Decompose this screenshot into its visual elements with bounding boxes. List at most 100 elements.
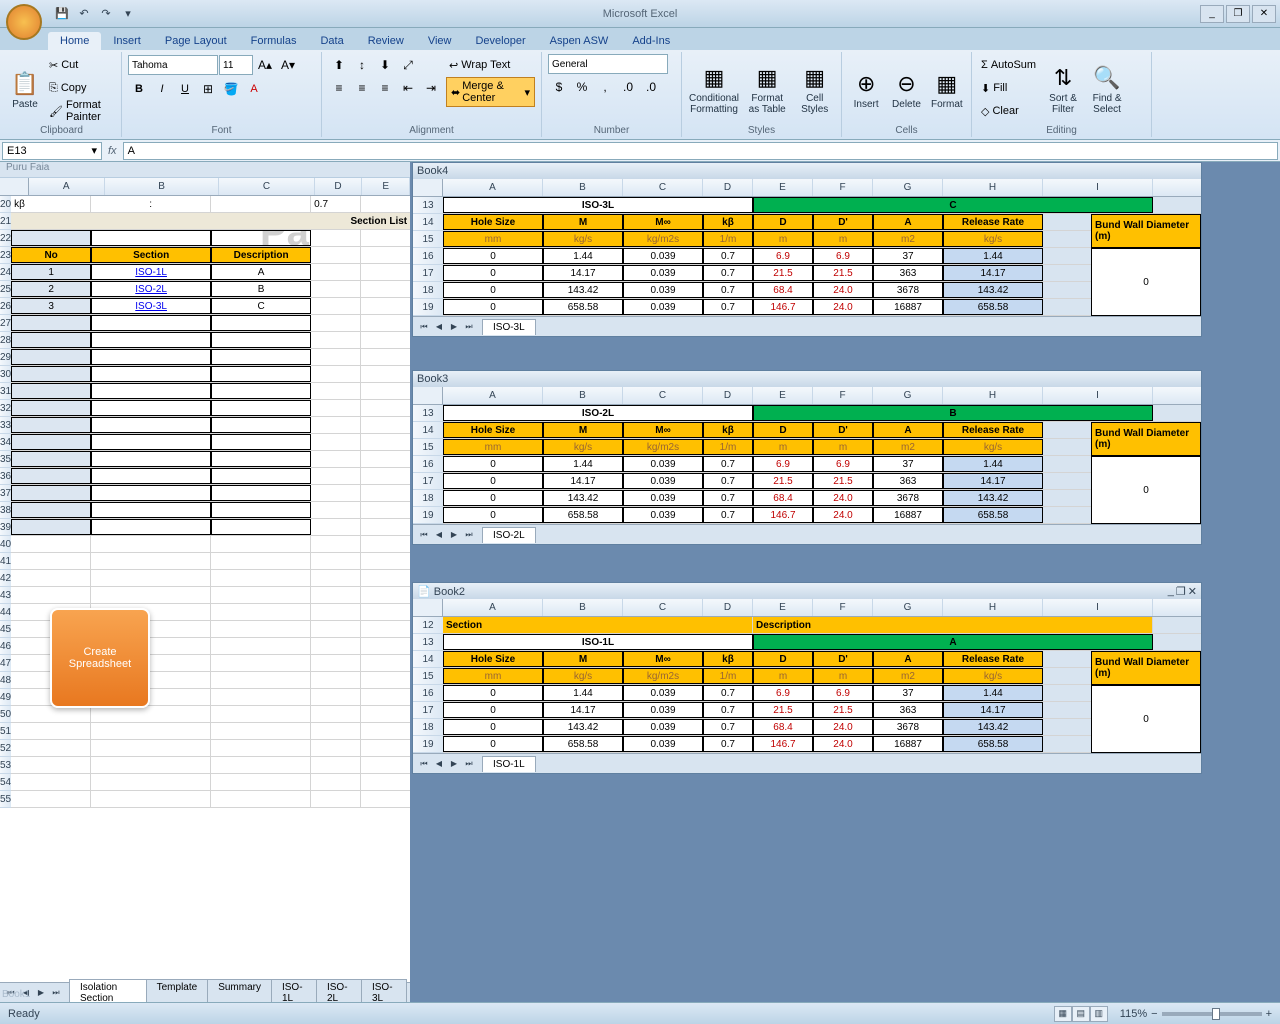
bund-wall-cell[interactable]: 0 <box>1091 456 1201 524</box>
cell[interactable]: 0 <box>443 490 543 506</box>
cell[interactable] <box>361 349 410 365</box>
col-header[interactable]: D <box>315 178 363 195</box>
cell[interactable]: kβ <box>703 422 753 438</box>
align-bottom-button[interactable]: ⬇ <box>374 54 396 76</box>
cell[interactable] <box>11 774 91 790</box>
cell[interactable]: 0.039 <box>623 719 703 735</box>
cell[interactable]: kg/s <box>943 231 1043 247</box>
tab-last-button[interactable]: ⏭ <box>49 986 63 1000</box>
cell[interactable]: Hole Size <box>443 214 543 230</box>
cell[interactable]: 0.7 <box>703 265 753 281</box>
row-header[interactable]: 38 <box>0 502 11 519</box>
cell[interactable] <box>311 791 361 807</box>
cell[interactable]: B <box>753 405 1153 421</box>
cell[interactable]: Section <box>443 617 753 633</box>
cell[interactable]: kg/s <box>543 231 623 247</box>
insert-cells-button[interactable]: ⊕Insert <box>848 54 884 124</box>
increase-decimal-button[interactable]: .0 <box>617 76 639 98</box>
cell[interactable]: 0.7 <box>703 456 753 472</box>
cell[interactable] <box>211 672 311 688</box>
cell[interactable] <box>211 706 311 722</box>
cell[interactable] <box>361 281 410 297</box>
cell[interactable] <box>311 485 361 501</box>
delete-cells-button[interactable]: ⊖Delete <box>888 54 924 124</box>
cell[interactable]: 1.44 <box>943 456 1043 472</box>
cell[interactable] <box>91 349 211 365</box>
cell[interactable]: 143.42 <box>943 282 1043 298</box>
zoom-in-button[interactable]: + <box>1266 1008 1272 1020</box>
cell[interactable]: 658.58 <box>543 507 623 523</box>
cell[interactable]: ISO-2L <box>443 405 753 421</box>
format-cells-button[interactable]: ▦Format <box>929 54 965 124</box>
tab-next-button[interactable]: ▶ <box>447 757 461 771</box>
cell[interactable]: 0.039 <box>623 685 703 701</box>
row-header[interactable]: 48 <box>0 672 11 689</box>
cell[interactable]: kg/m2s <box>623 439 703 455</box>
cell[interactable]: A <box>873 214 943 230</box>
cell[interactable]: 0.7 <box>703 490 753 506</box>
shrink-font-button[interactable]: A▾ <box>277 54 299 76</box>
merge-center-button[interactable]: ⬌Merge & Center▾ <box>446 77 535 107</box>
cell[interactable]: m2 <box>873 439 943 455</box>
cell[interactable] <box>11 485 91 501</box>
row-header[interactable]: 43 <box>0 587 11 604</box>
cell[interactable]: 14.17 <box>543 473 623 489</box>
cell[interactable]: 3678 <box>873 282 943 298</box>
cell[interactable] <box>91 553 211 569</box>
align-right-button[interactable]: ≡ <box>374 77 396 99</box>
row-header[interactable]: 14 <box>413 651 443 668</box>
cell[interactable] <box>361 400 410 416</box>
cell[interactable] <box>311 536 361 552</box>
cell[interactable] <box>211 791 311 807</box>
row-header[interactable]: 13 <box>413 634 443 651</box>
grow-font-button[interactable]: A▴ <box>254 54 276 76</box>
cell[interactable] <box>311 689 361 705</box>
cell[interactable] <box>311 366 361 382</box>
col-header[interactable]: E <box>362 178 410 195</box>
clear-button[interactable]: ◇Clear <box>978 100 1039 122</box>
col-header[interactable]: G <box>873 179 943 196</box>
cell[interactable]: 14.17 <box>943 473 1043 489</box>
cell[interactable] <box>311 519 361 535</box>
cell[interactable]: 14.17 <box>543 702 623 718</box>
col-header[interactable]: D <box>703 387 753 404</box>
row-header[interactable]: 44 <box>0 604 11 621</box>
qat-undo-icon[interactable]: ↶ <box>74 4 94 24</box>
cell[interactable]: : <box>91 196 211 212</box>
cell[interactable] <box>91 723 211 739</box>
cell[interactable]: 0 <box>443 265 543 281</box>
cell[interactable] <box>91 791 211 807</box>
row-header[interactable]: 42 <box>0 570 11 587</box>
col-header[interactable]: A <box>443 387 543 404</box>
row-header[interactable]: 30 <box>0 366 11 383</box>
cell[interactable] <box>361 740 410 756</box>
cell[interactable] <box>11 587 91 603</box>
cell[interactable] <box>361 417 410 433</box>
row-header[interactable]: 17 <box>413 702 443 719</box>
tab-first-button[interactable]: ⏮ <box>417 320 431 334</box>
cell[interactable] <box>211 451 311 467</box>
cell[interactable] <box>11 468 91 484</box>
cell[interactable]: 146.7 <box>753 299 813 315</box>
row-header[interactable]: 51 <box>0 723 11 740</box>
cell[interactable]: 363 <box>873 265 943 281</box>
indent-inc-button[interactable]: ⇥ <box>420 77 442 99</box>
orientation-button[interactable]: ⤢ <box>397 54 419 76</box>
cell[interactable] <box>361 247 410 263</box>
cell[interactable] <box>91 502 211 518</box>
cell[interactable]: kβ <box>703 214 753 230</box>
col-header[interactable]: I <box>1043 599 1153 616</box>
formula-bar[interactable]: A <box>123 142 1278 160</box>
cell[interactable] <box>361 502 410 518</box>
cell[interactable] <box>311 230 361 246</box>
cell[interactable]: 0.7 <box>703 736 753 752</box>
cell[interactable] <box>11 451 91 467</box>
cell[interactable] <box>311 434 361 450</box>
cell[interactable] <box>361 383 410 399</box>
cell[interactable]: 6.9 <box>813 685 873 701</box>
cell[interactable] <box>11 366 91 382</box>
cell[interactable]: 14.17 <box>543 265 623 281</box>
cell[interactable]: 0.039 <box>623 248 703 264</box>
cell[interactable]: 0 <box>443 299 543 315</box>
sheet-tab[interactable]: ISO-1L <box>482 756 536 772</box>
